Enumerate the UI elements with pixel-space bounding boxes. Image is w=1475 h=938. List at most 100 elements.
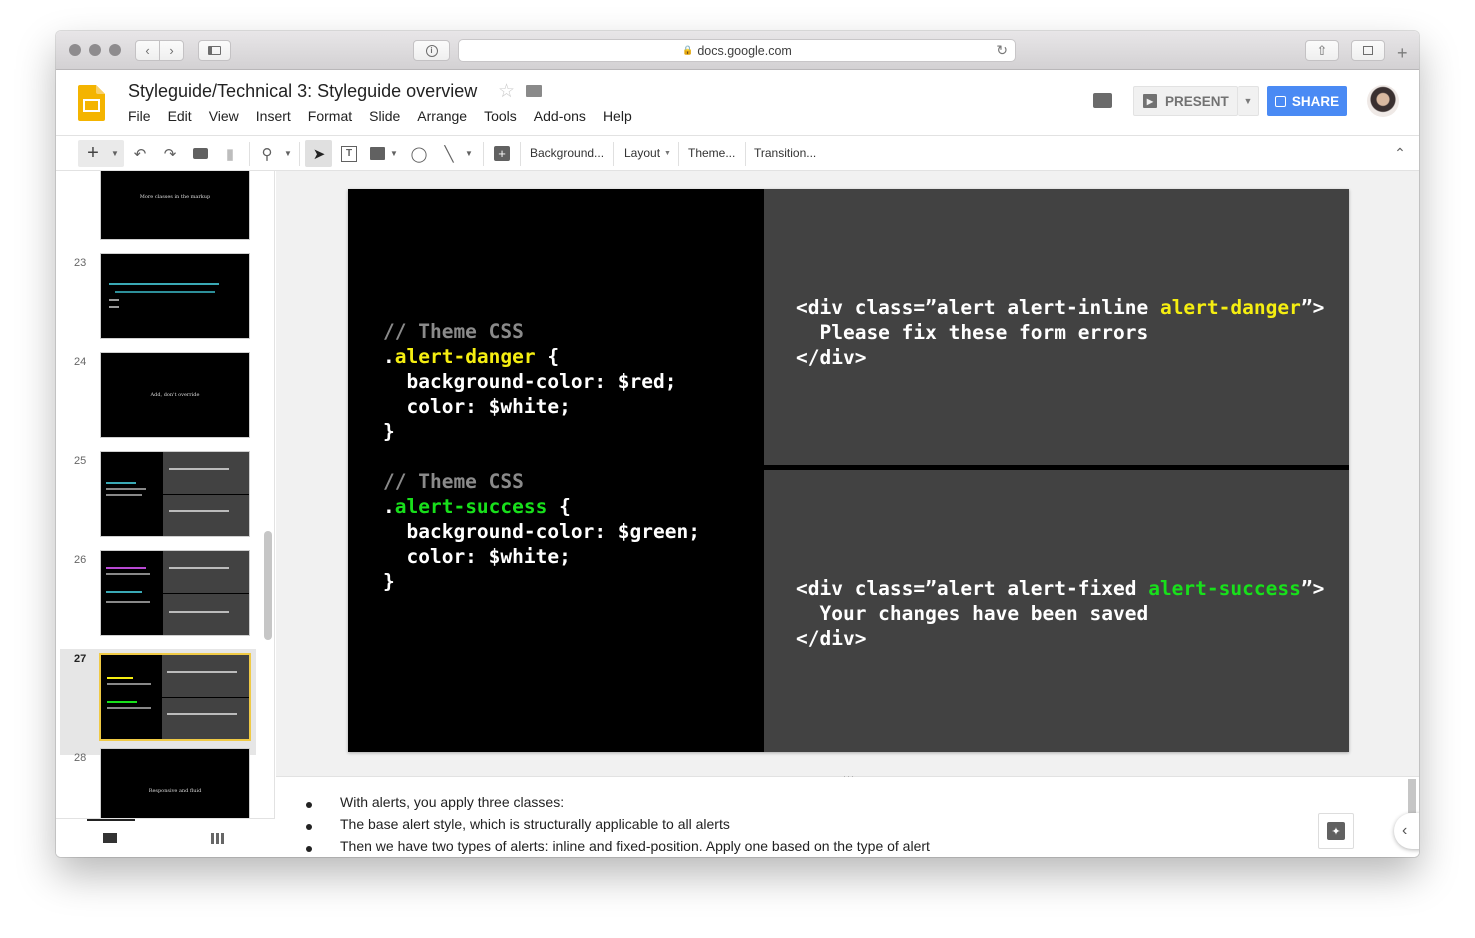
transition-button[interactable]: Transition... xyxy=(754,136,816,170)
url-text: docs.google.com xyxy=(697,43,792,58)
code-dot: . xyxy=(383,495,395,518)
close-window-button[interactable] xyxy=(69,44,81,56)
layout-button[interactable]: Layout ▼ xyxy=(624,136,671,170)
new-tab-icon[interactable]: + xyxy=(1397,43,1408,64)
tabs-button[interactable] xyxy=(1351,40,1385,61)
filmstrip-view-icon[interactable] xyxy=(103,833,117,843)
sidebar-toggle-button[interactable] xyxy=(198,40,231,61)
markup-body: Your changes have been saved xyxy=(796,602,1149,625)
preview-right-panel xyxy=(162,655,249,739)
code-rule: background-color: $green; xyxy=(383,520,700,543)
speaker-notes[interactable]: ··· With alerts, you apply three classes… xyxy=(276,771,1419,857)
redo-icon[interactable]: ↷ xyxy=(160,141,180,166)
theme-button[interactable]: Theme... xyxy=(688,136,735,170)
code-dot: . xyxy=(383,345,395,368)
slide-thumbnail-26[interactable]: 26 xyxy=(56,550,274,649)
filmstrip-scrollbar[interactable] xyxy=(264,531,272,640)
slide-number: 23 xyxy=(74,257,87,269)
toolbar-separator xyxy=(745,142,746,166)
slide-number: 24 xyxy=(74,356,87,368)
line-icon[interactable]: ╲ xyxy=(438,141,460,166)
markup-open-end: ”> xyxy=(1300,296,1325,319)
line-dropdown-icon[interactable]: ▼ xyxy=(463,141,475,166)
code-brace: } xyxy=(383,570,395,593)
paint-format-icon[interactable]: ▮ xyxy=(220,141,240,166)
reader-button[interactable]: i xyxy=(413,40,450,61)
slide-thumbnail-24[interactable]: 24 Add, don't override xyxy=(56,352,274,451)
editor-toolbar: + ▼ ↶ ↷ ▮ ⚲ ▼ ➤ T ▼ ◯ ╲ ▼ + Background..… xyxy=(56,135,1419,171)
markup-open: <div class=”alert alert-fixed xyxy=(796,577,1149,600)
toolbar-separator xyxy=(483,142,484,166)
explore-button[interactable]: ✦ xyxy=(1318,813,1354,849)
folder-icon[interactable] xyxy=(526,85,542,97)
undo-icon[interactable]: ↶ xyxy=(130,141,150,166)
slide-thumbnail-25[interactable]: 25 xyxy=(56,451,274,550)
slide-thumbnail-23[interactable]: 23 xyxy=(56,253,274,352)
present-button[interactable]: ▶ PRESENT xyxy=(1133,86,1238,116)
filmstrip-view-switcher xyxy=(56,818,275,857)
current-slide[interactable]: // Theme CSS .alert-danger { background-… xyxy=(348,189,1349,752)
menu-format[interactable]: Format xyxy=(308,108,352,124)
code-line xyxy=(106,567,146,569)
menu-help[interactable]: Help xyxy=(603,108,632,124)
background-button[interactable]: Background... xyxy=(530,136,604,170)
star-icon[interactable]: ☆ xyxy=(498,80,515,103)
code-line xyxy=(106,488,146,490)
slide-preview: Add, don't override xyxy=(100,352,250,438)
code-line xyxy=(169,567,229,569)
resize-handle[interactable]: ··· xyxy=(843,771,855,781)
comments-icon[interactable] xyxy=(1093,93,1112,108)
minimize-window-button[interactable] xyxy=(89,44,101,56)
code-line xyxy=(106,494,142,496)
shape-icon[interactable]: ◯ xyxy=(408,141,430,166)
share-button[interactable]: SHARE xyxy=(1267,86,1347,116)
menu-add-ons[interactable]: Add-ons xyxy=(534,108,586,124)
slide-thumbnail-22[interactable]: More classes in the markup xyxy=(56,171,274,253)
lock-icon: 🔒 xyxy=(682,45,694,55)
avatar[interactable] xyxy=(1367,85,1399,117)
preview-divider xyxy=(162,697,249,698)
code-comment: // Theme CSS xyxy=(383,470,524,493)
code-line xyxy=(107,683,151,685)
slide-number: 27 xyxy=(74,653,87,665)
slides-logo-icon[interactable] xyxy=(78,85,105,121)
forward-button[interactable]: › xyxy=(159,40,184,61)
menu-arrange[interactable]: Arrange xyxy=(417,108,467,124)
code-line xyxy=(167,713,237,715)
code-comment: // Theme CSS xyxy=(383,320,524,343)
zoom-icon[interactable]: ⚲ xyxy=(257,141,277,166)
notes-scrollbar[interactable] xyxy=(1408,779,1416,813)
share-page-button[interactable]: ⇧ xyxy=(1305,40,1339,61)
slide-thumbnail-27[interactable]: 27 xyxy=(60,649,256,755)
menu-insert[interactable]: Insert xyxy=(256,108,291,124)
add-comment-icon[interactable]: + xyxy=(492,141,512,166)
zoom-dropdown-icon[interactable]: ▼ xyxy=(282,141,294,166)
image-icon[interactable] xyxy=(367,141,387,166)
reload-icon[interactable]: ↻ xyxy=(996,42,1008,59)
menu-file[interactable]: File xyxy=(128,108,151,124)
image-dropdown-icon[interactable]: ▼ xyxy=(389,141,399,166)
zoom-window-button[interactable] xyxy=(109,44,121,56)
print-icon[interactable] xyxy=(190,141,210,166)
grid-view-icon[interactable] xyxy=(211,833,224,844)
back-button[interactable]: ‹ xyxy=(135,40,160,61)
side-panel-toggle[interactable]: ‹ xyxy=(1394,813,1419,849)
present-label: PRESENT xyxy=(1165,93,1229,109)
present-dropdown-button[interactable]: ▼ xyxy=(1238,86,1259,116)
menu-slide[interactable]: Slide xyxy=(369,108,400,124)
markup-body: Please fix these form errors xyxy=(796,321,1149,344)
menu-edit[interactable]: Edit xyxy=(168,108,192,124)
code-line xyxy=(115,291,215,293)
play-icon: ▶ xyxy=(1143,94,1157,108)
menu-view[interactable]: View xyxy=(209,108,239,124)
document-title[interactable]: Styleguide/Technical 3: Styleguide overv… xyxy=(128,81,477,102)
new-slide-dropdown-icon[interactable]: ▼ xyxy=(109,141,121,166)
danger-markup-code: <div class=”alert alert-inline alert-dan… xyxy=(796,295,1324,370)
address-bar[interactable]: 🔒 docs.google.com ↻ xyxy=(458,39,1016,62)
code-rule: background-color: $red; xyxy=(383,370,677,393)
text-box-icon[interactable]: T xyxy=(338,141,360,166)
slide-number: 25 xyxy=(74,455,87,467)
menu-tools[interactable]: Tools xyxy=(484,108,517,124)
code-rule: color: $white; xyxy=(383,545,571,568)
collapse-toolbar-icon[interactable]: ⌃ xyxy=(1390,141,1410,166)
